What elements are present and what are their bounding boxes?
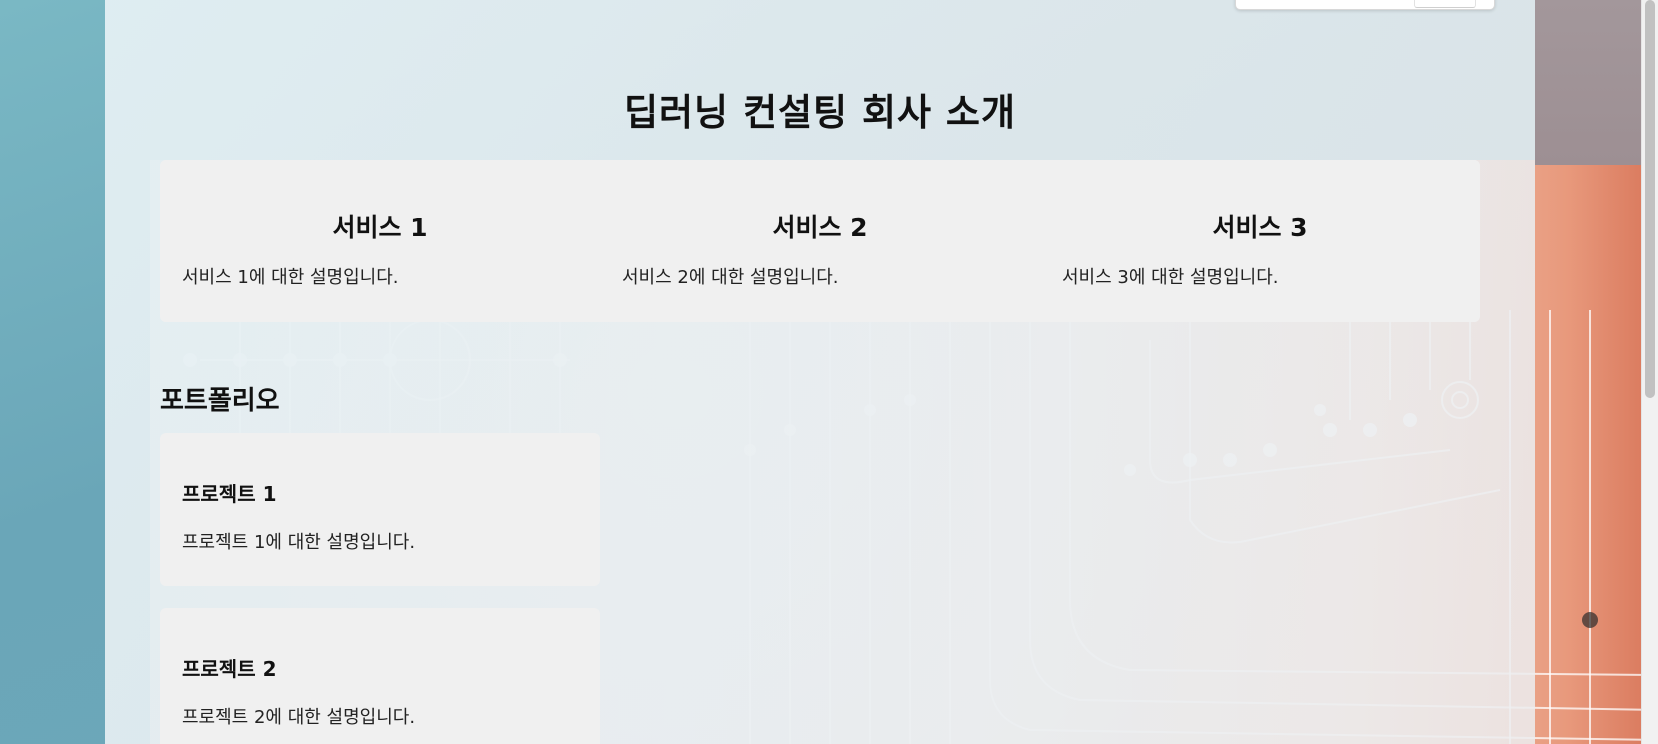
background-muted-panel: [1535, 0, 1658, 165]
service-card: 서비스 2 서비스 2에 대한 설명입니다.: [600, 160, 1040, 322]
header-widget-button[interactable]: [1414, 0, 1476, 8]
project-description: 프로젝트 2에 대한 설명입니다.: [182, 707, 416, 728]
project-card: 프로젝트 2 프로젝트 2에 대한 설명입니다.: [160, 608, 600, 744]
project-title: 프로젝트 2: [182, 657, 277, 681]
service-title: 서비스 3: [1212, 213, 1308, 242]
project-card: 프로젝트 1 프로젝트 1에 대한 설명입니다.: [160, 433, 600, 586]
service-description: 서비스 2에 대한 설명입니다.: [622, 267, 839, 288]
service-description: 서비스 3에 대한 설명입니다.: [1062, 267, 1279, 288]
service-card: 서비스 1 서비스 1에 대한 설명입니다.: [160, 160, 600, 322]
portfolio-title: 포트폴리오: [160, 386, 280, 416]
header-search-widget[interactable]: [1235, 0, 1495, 10]
service-card: 서비스 3 서비스 3에 대한 설명입니다.: [1040, 160, 1480, 322]
page-title: 딥러닝 컨설팅 회사 소개: [623, 91, 1017, 134]
service-description: 서비스 1에 대한 설명입니다.: [182, 267, 399, 288]
scrollbar-thumb[interactable]: [1645, 0, 1655, 398]
project-title: 프로젝트 1: [182, 482, 277, 506]
page-content: 딥러닝 컨설팅 회사 소개 서비스 1 서비스 1에 대한 설명입니다. 서비스…: [105, 0, 1535, 744]
service-title: 서비스 2: [772, 213, 868, 242]
project-description: 프로젝트 1에 대한 설명입니다.: [182, 532, 416, 553]
service-title: 서비스 1: [332, 213, 428, 242]
browser-viewport: 딥러닝 컨설팅 회사 소개 서비스 1 서비스 1에 대한 설명입니다. 서비스…: [0, 0, 1658, 744]
vertical-scrollbar[interactable]: [1641, 0, 1658, 744]
services-section: 서비스 1 서비스 1에 대한 설명입니다. 서비스 2 서비스 2에 대한 설…: [160, 160, 1480, 322]
